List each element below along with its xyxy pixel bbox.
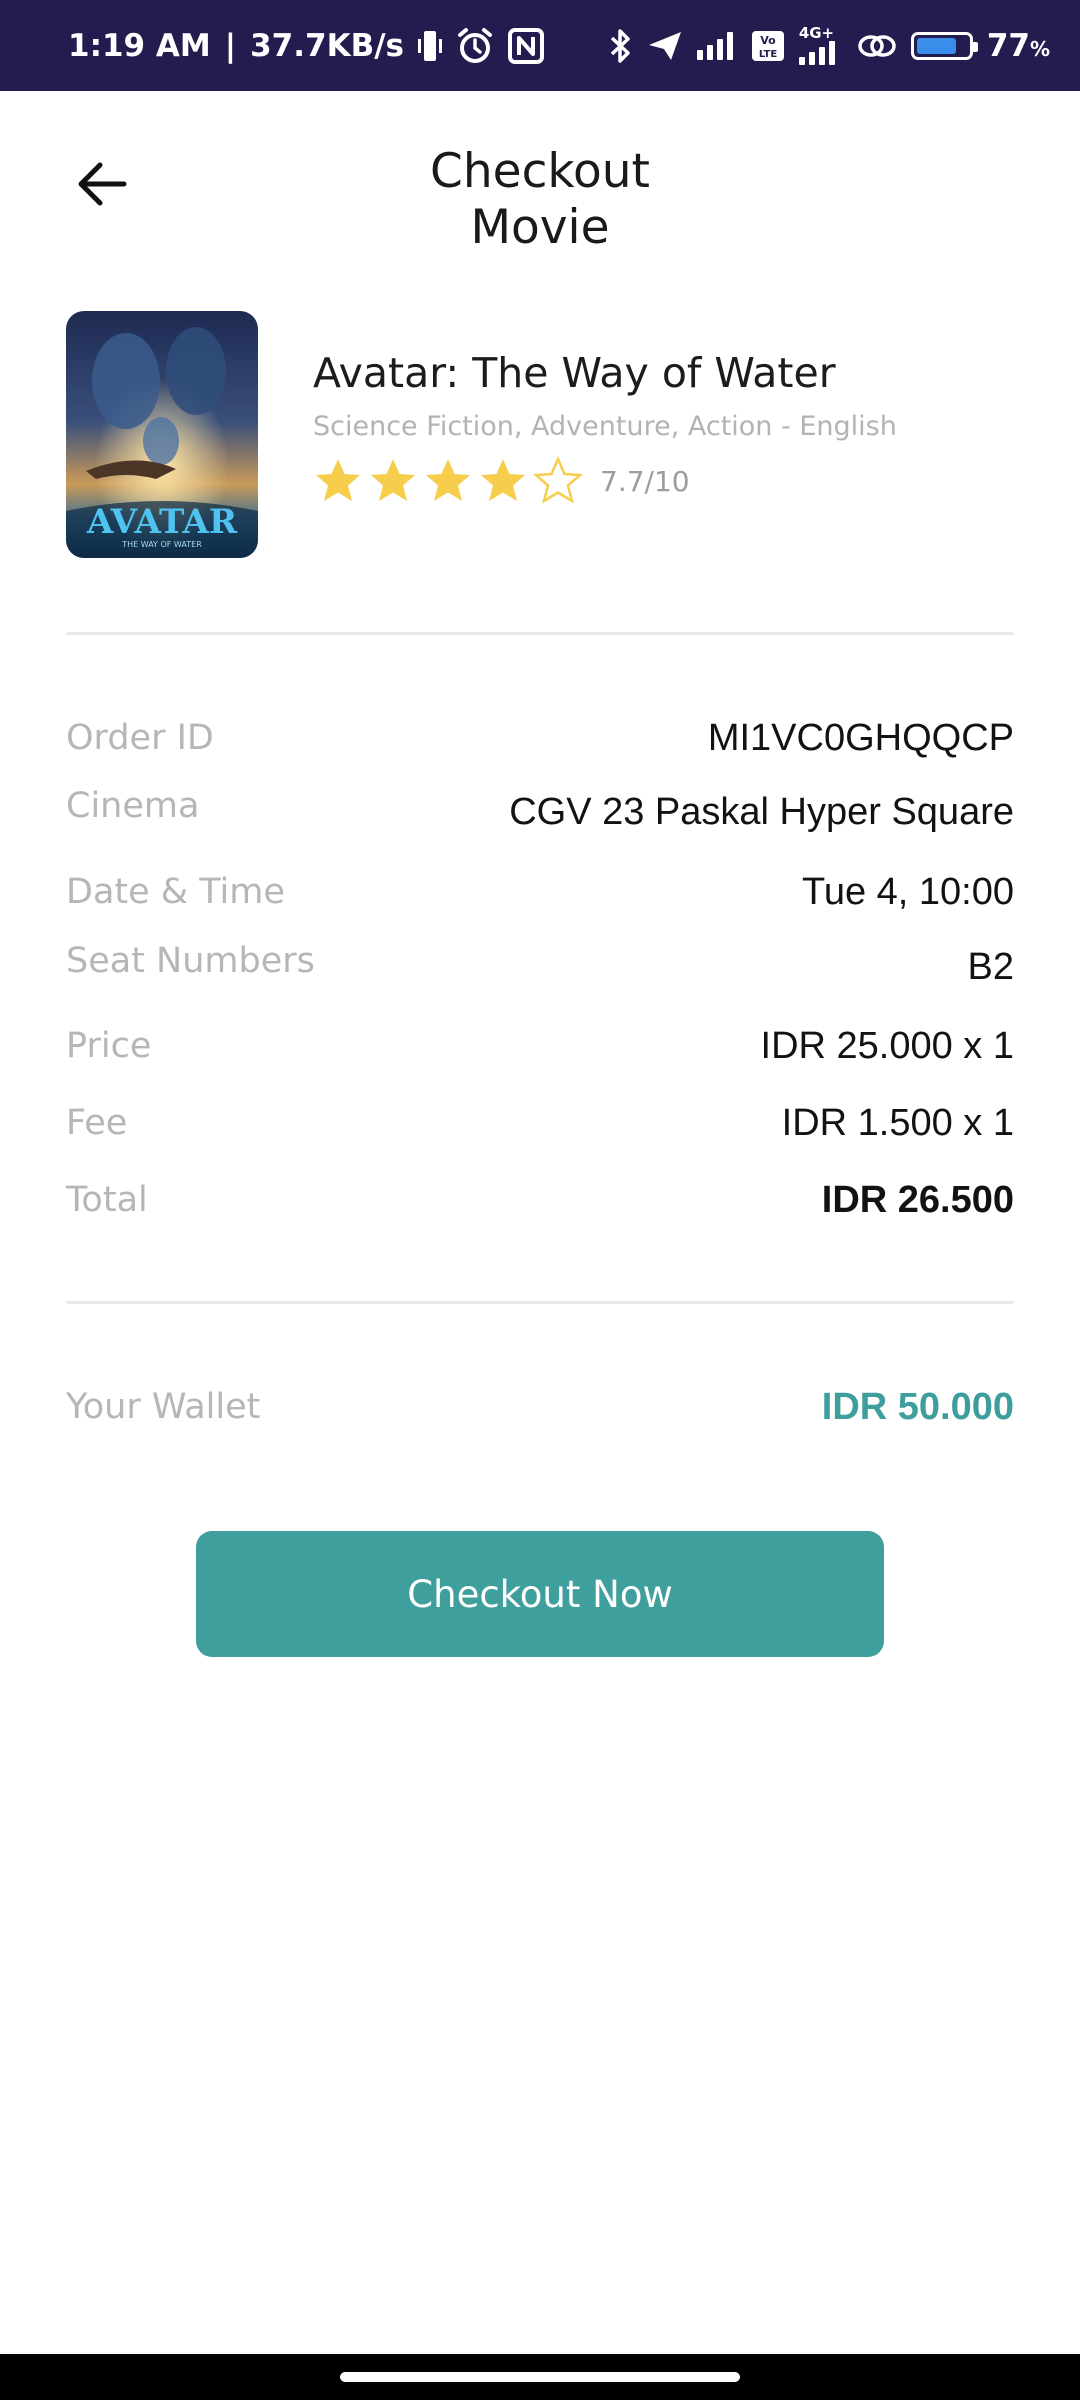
wallet-label: Your Wallet (66, 1387, 261, 1427)
battery-percent: 77% (986, 27, 1050, 64)
seat-row: Seat Numbers B2 (66, 937, 1014, 997)
signal-icon (696, 31, 737, 60)
star-filled-icon (481, 459, 525, 501)
fee-label: Fee (66, 1103, 128, 1143)
price-value: IDR 25.000 x 1 (760, 1024, 1014, 1067)
vibrate-icon (418, 29, 442, 63)
arrow-left-icon (78, 162, 127, 206)
status-bar-right: Vo LTE 4G+ 77% (609, 26, 1050, 65)
status-separator: | (224, 27, 237, 64)
price-row: Price IDR 25.000 x 1 (66, 1016, 1014, 1076)
cinema-row: Cinema CGV 23 Paskal Hyper Square (66, 782, 1014, 842)
movie-poster: AVATAR THE WAY OF WATER (66, 311, 258, 558)
hotspot-icon (857, 30, 897, 62)
star-filled-icon (371, 459, 415, 501)
status-bar-left: 1:19 AM | 37.7KB/s (68, 27, 544, 65)
svg-text:LTE: LTE (759, 49, 778, 60)
home-indicator[interactable] (340, 2372, 740, 2382)
divider-top (66, 632, 1014, 635)
network-speed: 37.7KB/s (250, 27, 404, 64)
bluetooth-icon (609, 28, 633, 64)
cinema-label: Cinema (66, 786, 200, 826)
total-row: Total IDR 26.500 (66, 1170, 1014, 1230)
network-type: 4G+ (798, 24, 835, 42)
wallet-row: Your Wallet IDR 50.000 (66, 1377, 1014, 1437)
datetime-value: Tue 4, 10:00 (802, 870, 1014, 913)
cinema-value: CGV 23 Paskal Hyper Square (509, 790, 1014, 833)
seat-label: Seat Numbers (66, 941, 315, 981)
back-button[interactable] (62, 144, 142, 224)
alarm-icon (456, 27, 494, 65)
order-id-value: MI1VC0GHQQCP (707, 716, 1014, 759)
wallet-balance: IDR 50.000 (821, 1385, 1014, 1428)
status-time: 1:19 AM (68, 27, 211, 64)
system-nav-bar (0, 2354, 1080, 2400)
star-rating (313, 456, 588, 506)
seat-value: B2 (967, 945, 1014, 988)
star-outline-icon (533, 456, 583, 504)
total-value: IDR 26.500 (821, 1178, 1014, 1221)
price-label: Price (66, 1026, 152, 1066)
movie-info: Avatar: The Way of Water Science Fiction… (313, 345, 1033, 506)
total-label: Total (66, 1180, 148, 1220)
rating-row: 7.7/10 (313, 456, 1033, 506)
movie-title: Avatar: The Way of Water (313, 349, 836, 397)
fee-value: IDR 1.500 x 1 (781, 1101, 1014, 1144)
star-filled-icon (426, 459, 470, 501)
airplane-icon (647, 30, 683, 62)
battery-icon (910, 31, 978, 60)
poster-subtitle: THE WAY OF WATER (121, 540, 202, 549)
page-title-line1: Checkout (430, 144, 650, 199)
order-id-label: Order ID (66, 718, 214, 758)
fee-row: Fee IDR 1.500 x 1 (66, 1093, 1014, 1153)
volte-icon: Vo LTE (751, 30, 785, 62)
4g-signal-icon: 4G+ (798, 24, 843, 65)
star-filled-icon (316, 459, 360, 501)
poster-title: AVATAR (86, 502, 238, 542)
datetime-row: Date & Time Tue 4, 10:00 (66, 862, 1014, 922)
datetime-label: Date & Time (66, 872, 285, 912)
page-title: Checkout Movie (290, 144, 790, 256)
rating-text: 7.7/10 (600, 464, 690, 498)
battery-percent-value: 77 (986, 27, 1030, 64)
svg-text:Vo: Vo (760, 34, 776, 47)
status-bar: 1:19 AM | 37.7KB/s Vo LTE 4G+ 77% (0, 0, 1080, 91)
divider-bottom (66, 1301, 1014, 1304)
nfc-icon (508, 27, 544, 64)
order-id-row: Order ID MI1VC0GHQQCP (66, 708, 1014, 768)
checkout-now-button[interactable]: Checkout Now (196, 1531, 884, 1657)
page-title-line2: Movie (470, 200, 610, 255)
movie-genre: Science Fiction, Adventure, Action - Eng… (313, 411, 897, 442)
battery-level (916, 37, 956, 54)
